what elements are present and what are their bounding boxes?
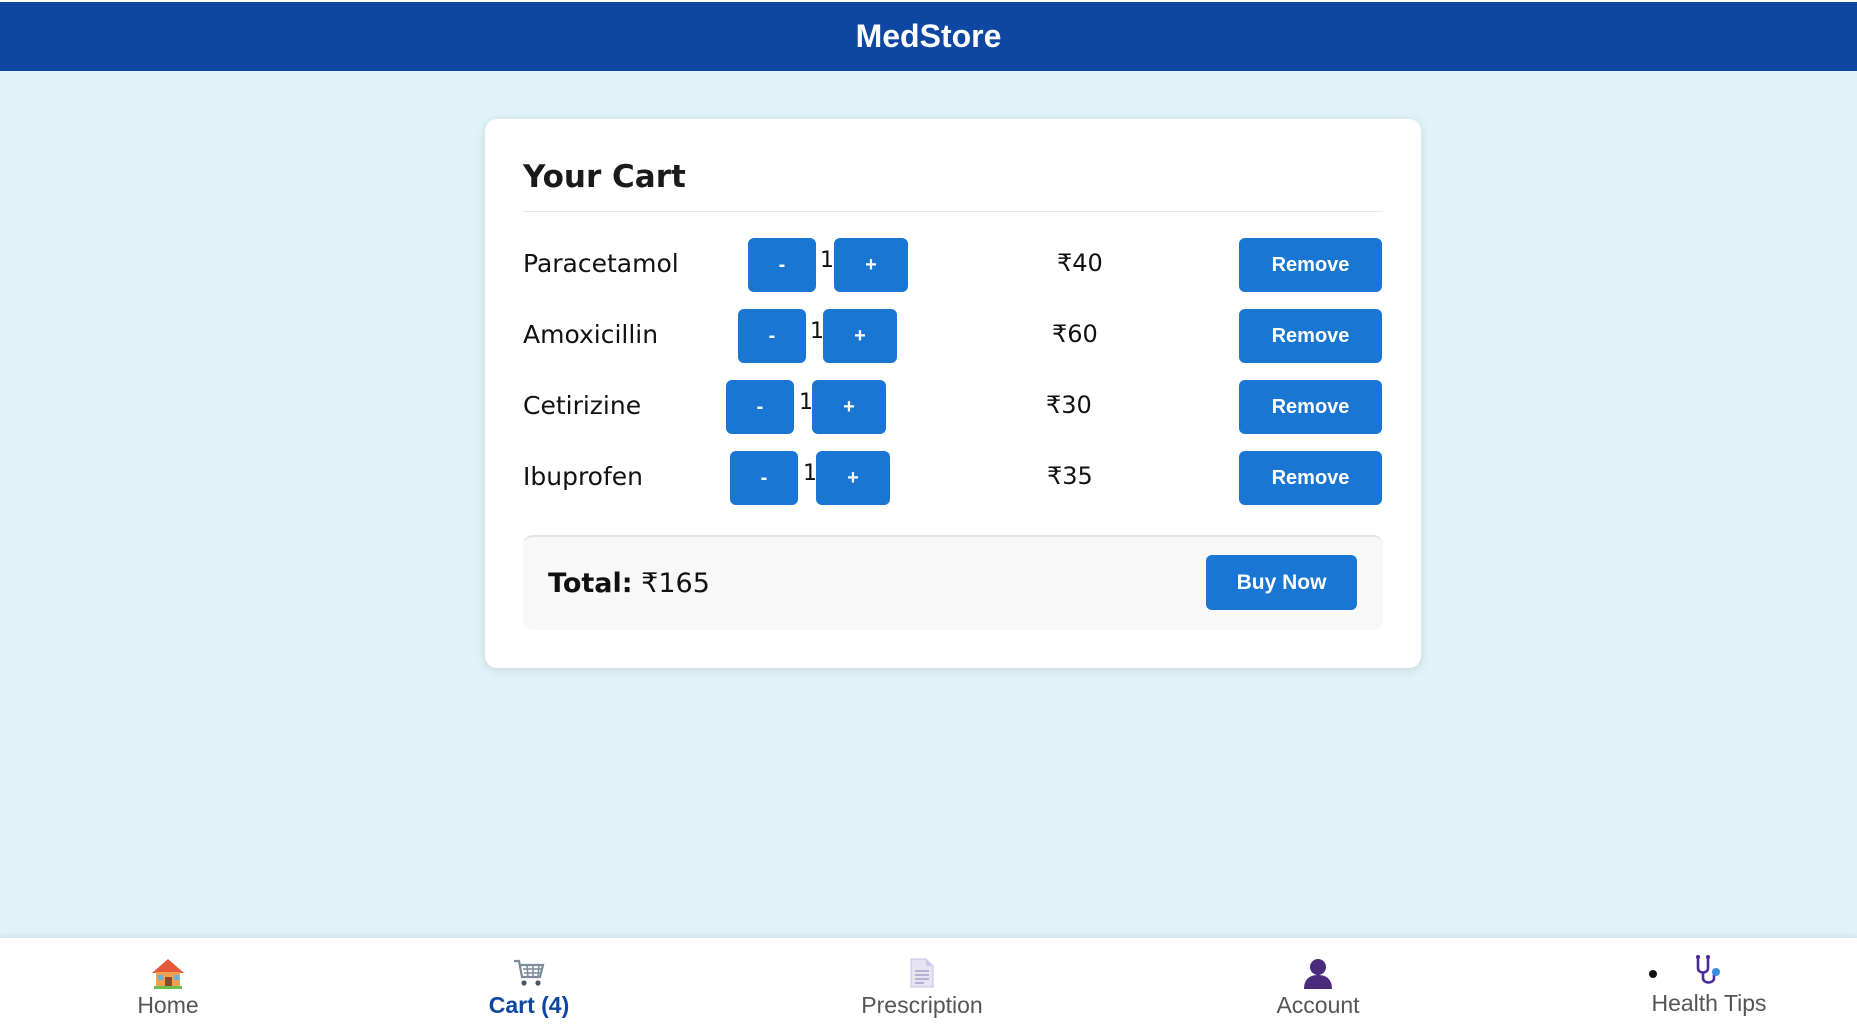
- total-label: Total:: [548, 568, 633, 599]
- cart-heading: Your Cart: [523, 159, 686, 195]
- item-name: Cetirizine: [523, 391, 642, 420]
- item-name: Ibuprofen: [523, 462, 644, 491]
- cart-item-row: Cetirizine - 1 + ₹30 Remove: [523, 379, 1383, 435]
- decrease-quantity-button[interactable]: -: [748, 238, 816, 292]
- total-value: ₹165: [641, 568, 710, 599]
- person-icon: [1208, 956, 1428, 990]
- app-header: MedStore: [0, 0, 1857, 71]
- cart-item-row: Amoxicillin - 1 + ₹60 Remove: [523, 308, 1383, 364]
- quantity-value: 1: [799, 390, 813, 415]
- nav-item-prescription[interactable]: Prescription: [812, 956, 1032, 1019]
- nav-label: Home: [137, 992, 199, 1018]
- bottom-navigation: Home Cart (4) Prescription Account Healt…: [0, 938, 1857, 1032]
- item-name: Amoxicillin: [523, 320, 659, 349]
- item-price: ₹30: [1046, 391, 1092, 419]
- increase-quantity-button[interactable]: +: [823, 309, 897, 363]
- nav-item-account[interactable]: Account: [1208, 956, 1428, 1019]
- nav-label: Cart (4): [488, 992, 570, 1018]
- item-price: ₹35: [1047, 462, 1093, 490]
- app-title: MedStore: [855, 18, 1002, 54]
- item-price: ₹60: [1052, 320, 1098, 348]
- remove-item-button[interactable]: Remove: [1239, 238, 1382, 292]
- cart-item-row: Paracetamol - 1 + ₹40 Remove: [523, 237, 1383, 293]
- decrease-quantity-button[interactable]: -: [738, 309, 806, 363]
- nav-item-cart[interactable]: Cart (4): [419, 956, 639, 1019]
- remove-item-button[interactable]: Remove: [1239, 309, 1382, 363]
- buy-now-button[interactable]: Buy Now: [1206, 555, 1357, 610]
- nav-label: Account: [1276, 992, 1360, 1018]
- stethoscope-icon: [1599, 954, 1819, 988]
- cart-total: Total: ₹165: [548, 568, 710, 599]
- quantity-value: 1: [810, 319, 824, 344]
- quantity-value: 1: [803, 461, 817, 486]
- item-price: ₹40: [1057, 249, 1103, 277]
- item-name: Paracetamol: [523, 249, 679, 278]
- document-icon: [812, 956, 1032, 990]
- heading-divider: [523, 211, 1383, 212]
- increase-quantity-button[interactable]: +: [816, 451, 890, 505]
- house-icon: [58, 956, 278, 990]
- cart-total-panel: Total: ₹165 Buy Now: [523, 535, 1383, 630]
- quantity-value: 1: [820, 248, 834, 273]
- nav-item-health-tips[interactable]: Health Tips: [1599, 954, 1819, 1017]
- cart-card: Your Cart Paracetamol - 1 + ₹40 Remove A…: [485, 119, 1421, 668]
- nav-label: Health Tips: [1651, 990, 1767, 1016]
- nav-item-home[interactable]: Home: [58, 956, 278, 1019]
- nav-label: Prescription: [861, 992, 983, 1018]
- remove-item-button[interactable]: Remove: [1239, 451, 1382, 505]
- increase-quantity-button[interactable]: +: [834, 238, 908, 292]
- decrease-quantity-button[interactable]: -: [730, 451, 798, 505]
- cart-icon: [419, 956, 639, 990]
- remove-item-button[interactable]: Remove: [1239, 380, 1382, 434]
- increase-quantity-button[interactable]: +: [812, 380, 886, 434]
- cart-item-row: Ibuprofen - 1 + ₹35 Remove: [523, 450, 1383, 506]
- decrease-quantity-button[interactable]: -: [726, 380, 794, 434]
